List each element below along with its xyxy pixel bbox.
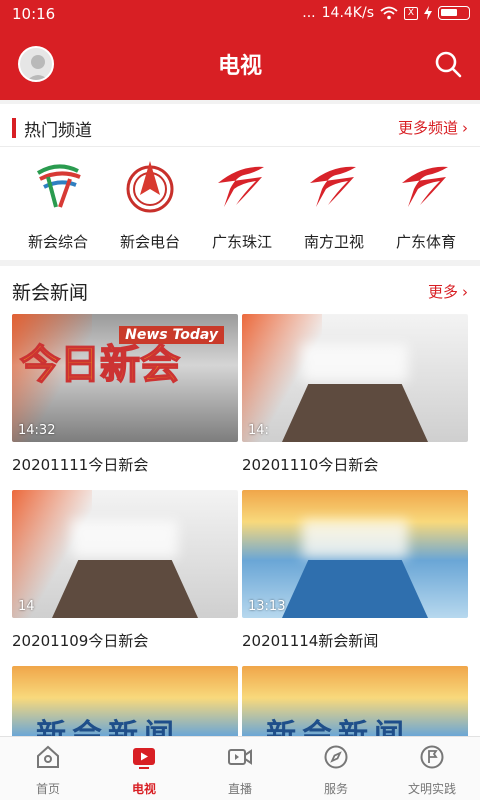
gdtv-logo — [218, 166, 264, 207]
app-header: 电视 — [0, 28, 480, 100]
tab-live[interactable]: 直播 — [192, 737, 288, 800]
channel-label: 广东体育 — [395, 233, 456, 251]
more-channels-label: 更多频道 — [397, 119, 458, 137]
signal-dots: ... — [302, 5, 316, 21]
channel-label: 新会综合 — [27, 233, 88, 251]
channel-xinhui-diantai[interactable]: 新会电台 — [104, 159, 196, 252]
channel-xinhui-zonghe[interactable]: 新会综合 — [12, 159, 104, 252]
network-speed: 14.4K/s — [321, 5, 374, 21]
wifi-icon — [380, 6, 398, 20]
news-card[interactable]: 14: 20201110今日新会 — [242, 314, 468, 475]
thumbnail-title-art: 新会新闻 — [36, 718, 180, 736]
page-title: 电视 — [217, 54, 262, 79]
hot-channels-title: 热门频道 — [24, 121, 92, 141]
compass-icon — [324, 745, 348, 769]
channel-label: 南方卫视 — [303, 233, 364, 251]
flag-circle-icon — [420, 745, 444, 769]
video-thumbnail: 14 — [12, 490, 238, 618]
sim-icon: X — [404, 6, 418, 20]
thumbnail-decoration — [302, 344, 408, 382]
news-caption: 20201109今日新会 — [12, 632, 149, 650]
thumbnail-decoration — [302, 520, 408, 558]
battery-icon — [438, 6, 470, 20]
hot-channels-section: 热门频道 更多频道 › 新会综合 新会电台 广东珠江 南方卫视 广东体育 — [0, 104, 480, 260]
video-duration: 14 — [18, 599, 35, 614]
channel-guangdong-tiyu[interactable]: 广东体育 — [380, 159, 472, 252]
channel-nanfang-weishi[interactable]: 南方卫视 — [288, 159, 380, 252]
channel-label: 新会电台 — [119, 233, 180, 251]
channel-guangdong-zhujiang[interactable]: 广东珠江 — [196, 159, 288, 252]
chevron-right-icon: › — [462, 283, 468, 301]
video-thumbnail: News Today 今日新会 14:32 — [12, 314, 238, 442]
chevron-right-icon: › — [462, 119, 468, 137]
video-thumbnail: 新会新闻 — [12, 666, 238, 736]
tab-label: 电视 — [131, 782, 156, 796]
channel-label: 广东珠江 — [211, 233, 272, 251]
section-accent-bar — [12, 118, 16, 138]
video-thumbnail: 新会新闻 — [242, 666, 468, 736]
thumbnail-title-art: 今日新会 — [19, 341, 181, 389]
gdtv-logo — [310, 166, 356, 207]
status-indicators: ... 14.4K/s X — [302, 5, 470, 21]
video-thumbnail: 14: — [242, 314, 468, 442]
news-card[interactable]: 新会新闻 — [12, 666, 238, 736]
search-icon[interactable] — [432, 48, 464, 80]
status-bar: 10:16 ... 14.4K/s X — [0, 0, 480, 28]
video-thumbnail: 13:13 — [242, 490, 468, 618]
video-duration: 14:32 — [18, 423, 56, 438]
tab-label: 首页 — [35, 782, 60, 796]
tab-civilization-practice[interactable]: 文明实践 — [384, 737, 480, 800]
tab-label: 文明实践 — [407, 782, 456, 796]
tab-label: 直播 — [227, 782, 252, 796]
divider — [0, 146, 480, 147]
news-caption: 20201110今日新会 — [242, 456, 379, 474]
charging-icon — [424, 6, 432, 20]
more-news-link[interactable]: 更多 › — [428, 281, 468, 302]
news-card[interactable]: 13:13 20201114新会新闻 — [242, 490, 468, 651]
more-news-label: 更多 — [427, 283, 458, 301]
tv-icon — [133, 748, 155, 769]
news-card[interactable]: News Today 今日新会 14:32 20201111今日新会 — [12, 314, 238, 475]
news-card[interactable]: 14 20201109今日新会 — [12, 490, 238, 651]
xinhui-diantai-logo — [126, 161, 174, 213]
tab-tv[interactable]: 电视 — [96, 737, 192, 800]
gdtv-logo — [402, 166, 448, 207]
bottom-tab-bar: 首页 电视 直播 服务 文明实践 — [0, 736, 480, 800]
xinhui-zonghe-logo — [36, 164, 81, 208]
thumbnail-title-art: 新会新闻 — [266, 718, 410, 736]
video-duration: 14: — [248, 423, 269, 438]
video-duration: 13:13 — [248, 599, 286, 614]
news-caption: 20201111今日新会 — [12, 456, 149, 474]
more-channels-link[interactable]: 更多频道 › — [398, 117, 468, 138]
video-camera-icon — [228, 749, 252, 765]
thumbnail-decoration — [72, 520, 178, 558]
news-section-title: 新会新闻 — [12, 282, 89, 304]
home-icon — [37, 745, 59, 768]
xinhui-news-section: 新会新闻 更多 › News Today 今日新会 14:32 20201111今… — [0, 266, 480, 736]
tab-label: 服务 — [323, 782, 348, 796]
news-caption: 20201114新会新闻 — [242, 632, 379, 650]
status-time: 10:16 — [12, 5, 56, 23]
thumbnail-decoration — [282, 560, 428, 618]
tab-home[interactable]: 首页 — [0, 737, 96, 800]
tab-services[interactable]: 服务 — [288, 737, 384, 800]
news-card[interactable]: 新会新闻 — [242, 666, 468, 736]
